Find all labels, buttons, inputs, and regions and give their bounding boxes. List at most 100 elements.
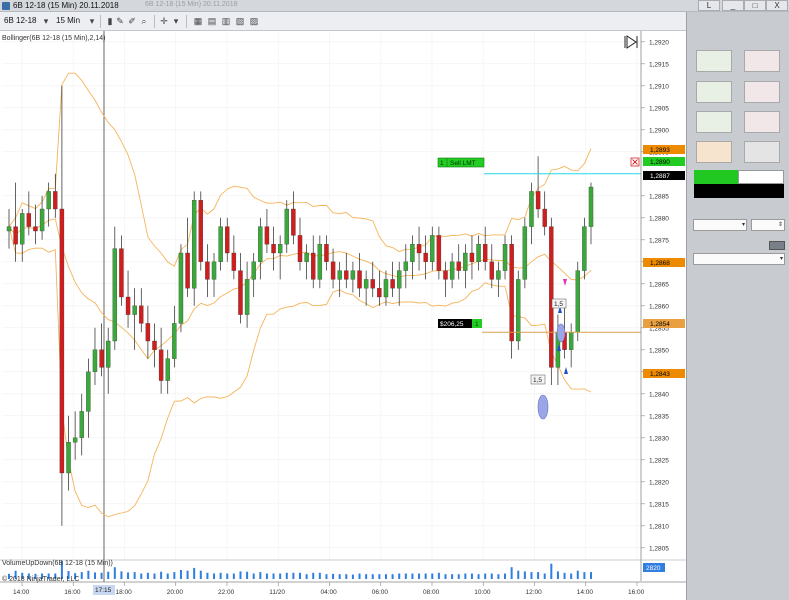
close-window-button[interactable]: X	[766, 0, 788, 11]
up-candle	[191, 200, 197, 289]
volume-bar	[371, 574, 374, 579]
price-tick-label: 1,2875	[649, 237, 669, 244]
strategies-icon[interactable]: ▥	[220, 15, 232, 27]
price-tick-label: 1,2885	[649, 193, 669, 200]
volume-bar	[272, 573, 275, 579]
up-candle	[363, 279, 369, 289]
up-candle	[582, 226, 587, 271]
down-candle	[535, 191, 541, 210]
chevron-down-icon: ▾	[779, 256, 783, 262]
down-candle	[238, 270, 243, 315]
drawing-tools-icon[interactable]: ✐	[126, 15, 138, 27]
volume-bar	[325, 574, 328, 579]
interval-selector[interactable]: 15 Min	[56, 14, 80, 28]
window-ghost-title: 6B 12-18 (15 Min) 20.11.2018	[145, 1, 238, 8]
price-tick-label: 1,2815	[649, 501, 669, 508]
close-position-button[interactable]	[744, 141, 780, 163]
svg-text:1,2893: 1,2893	[650, 147, 670, 154]
up-candle	[251, 261, 256, 280]
quantity-stepper[interactable]: ⇕	[751, 219, 785, 231]
volume-bar	[153, 573, 156, 579]
volume-bar	[444, 574, 447, 579]
down-candle	[443, 270, 448, 280]
down-candle	[59, 208, 65, 474]
down-candle	[549, 226, 554, 368]
volume-bar	[351, 574, 354, 579]
buy-ask-button[interactable]	[696, 81, 732, 103]
down-candle	[264, 226, 270, 245]
up-candle	[244, 279, 250, 315]
crosshair-icon[interactable]: ✛	[158, 15, 170, 27]
time-tick-label: 20:00	[167, 589, 184, 596]
down-candle	[205, 261, 210, 280]
time-tick-label: 18:00	[116, 589, 133, 596]
sell-bid-button[interactable]	[744, 111, 780, 133]
volume-bar	[504, 573, 507, 579]
up-candle	[92, 349, 98, 372]
magnifier-icon[interactable]: ⌕	[138, 15, 150, 27]
indicators-icon[interactable]: ▤	[206, 15, 218, 27]
volume-bar	[93, 572, 96, 579]
price-marker-lower-band: 1,2843	[643, 369, 685, 378]
up-candle	[304, 252, 309, 262]
atm-strategy-select[interactable]: ▾	[693, 253, 785, 265]
down-candle	[482, 244, 488, 262]
minimize-button[interactable]: _	[722, 0, 744, 11]
properties-icon[interactable]: ▧	[234, 15, 246, 27]
up-candle	[6, 226, 12, 232]
price-chart[interactable]: 1,29201,29151,29101,29051,29001,28951,28…	[0, 31, 686, 600]
chevron-down-icon[interactable]: ▾	[86, 15, 98, 27]
lock-window-button[interactable]: L	[698, 0, 720, 11]
price-tick-label: 1,2920	[649, 39, 669, 46]
volume-bar	[490, 573, 493, 579]
volume-bar	[365, 574, 368, 579]
instrument-selector[interactable]: 6B 12-18	[4, 14, 36, 28]
account-select[interactable]: ▾	[693, 219, 747, 231]
volume-bar	[226, 573, 229, 579]
volume-bar	[543, 573, 546, 579]
maximize-button[interactable]: □	[744, 0, 766, 11]
down-candle	[291, 208, 296, 236]
up-candle	[350, 270, 356, 280]
time-tick-label: 14:00	[577, 589, 594, 596]
volume-bar	[120, 571, 123, 579]
up-candle	[132, 305, 137, 315]
templates-icon[interactable]: ▨	[248, 15, 260, 27]
volume-bar	[213, 573, 216, 579]
buy-bid-button[interactable]	[696, 111, 732, 133]
price-tick-label: 1,2805	[649, 545, 669, 552]
volume-bar	[140, 573, 143, 579]
sell-ask-button[interactable]	[744, 81, 780, 103]
price-tick-label: 1,2840	[649, 391, 669, 398]
chart-trader-icon[interactable]: ▦	[192, 15, 204, 27]
down-candle	[423, 252, 428, 262]
volume-bar	[265, 573, 268, 579]
time-tick-label: 04:00	[321, 589, 338, 596]
down-candle	[436, 235, 442, 271]
limit-order-type: Sell LMT	[450, 160, 476, 167]
chart-toolbar: 6B 12-18 ▾ 15 Min ▾ ▮ ✎ ✐ ⌕ ✛ ▾ ▦ ▤ ▥ ▧ …	[0, 12, 686, 31]
position-average-price	[738, 170, 784, 184]
volume-bar	[424, 573, 427, 579]
reverse-button[interactable]	[696, 141, 732, 163]
down-candle	[185, 252, 190, 289]
svg-text:1,2854: 1,2854	[650, 321, 670, 328]
time-tick-label: 10:00	[474, 589, 491, 596]
volume-bar	[332, 573, 335, 579]
atm-properties-toggle[interactable]	[769, 241, 785, 250]
chevron-down-icon[interactable]: ▾	[40, 15, 52, 27]
volume-bar	[384, 574, 387, 579]
price-tick-label: 1,2900	[649, 127, 669, 134]
volume-bar	[199, 570, 202, 579]
indicator-label: Bollinger(6B 12-18 (15 Min),2,14)	[2, 35, 106, 42]
time-tick-label: 12:00	[526, 589, 543, 596]
volume-bar	[160, 571, 163, 579]
down-candle	[225, 226, 230, 254]
volume-bar	[246, 571, 249, 579]
down-candle	[357, 270, 362, 289]
buy-market-button[interactable]	[696, 50, 732, 72]
pencil-icon[interactable]: ✎	[114, 15, 126, 27]
sell-market-button[interactable]	[744, 50, 780, 72]
volume-bar	[404, 573, 407, 579]
chevron-down-icon[interactable]: ▾	[170, 15, 182, 27]
